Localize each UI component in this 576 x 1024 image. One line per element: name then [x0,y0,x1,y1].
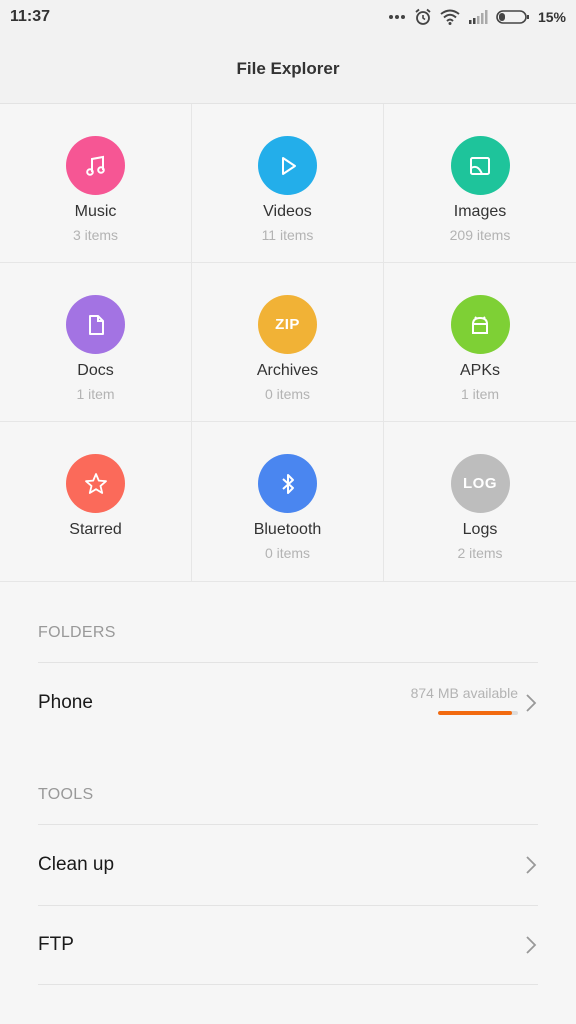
ftp-row[interactable]: FTP [38,905,538,985]
battery-icon [496,10,530,24]
category-videos[interactable]: Videos 11 items [192,104,384,263]
category-label: Docs [77,362,114,379]
storage-bar-fill [438,711,513,715]
category-count: 0 items [264,545,311,561]
document-icon [66,295,125,354]
category-label: Bluetooth [253,521,322,538]
category-count: 1 item [76,386,115,402]
category-bluetooth[interactable]: Bluetooth 0 items [192,422,384,582]
tools-section: TOOLS [38,786,538,804]
category-count: 209 items [449,227,511,243]
page-title: File Explorer [236,58,340,78]
log-icon-text: LOG [463,475,497,492]
clean-up-label: Clean up [38,853,115,875]
ftp-label: FTP [38,934,74,955]
category-label: Starred [69,521,122,538]
folders-header: FOLDERS [38,624,116,641]
battery-percent: 15% [537,9,566,25]
more-notifications-icon [388,14,406,20]
category-docs[interactable]: Docs 1 item [0,263,192,422]
bluetooth-icon [258,454,317,513]
zip-icon: ZIP [258,295,317,354]
category-count: 2 items [457,545,503,561]
category-label: Music [74,203,117,220]
category-label: Logs [462,521,498,538]
category-logs[interactable]: LOG Logs 2 items [384,422,576,582]
category-music[interactable]: Music 3 items [0,104,192,263]
clean-up-row[interactable]: Clean up [38,824,538,904]
storage-info: 874 MB available [398,685,518,715]
music-icon [66,136,125,195]
chevron-right-icon [526,855,537,874]
play-icon [258,136,317,195]
log-icon: LOG [450,454,510,513]
status-bar: 11:37 15% [0,0,576,34]
category-count: 1 item [460,386,500,402]
android-icon [450,295,510,354]
storage-available: 874 MB available [410,685,518,701]
category-count: 3 items [72,227,119,243]
zip-icon-text: ZIP [275,316,300,333]
app-bar: File Explorer [0,34,576,104]
wifi-icon [440,9,460,25]
alarm-icon [414,8,432,26]
category-archives[interactable]: ZIP Archives 0 items [192,263,384,422]
signal-icon [468,10,488,24]
category-label: Videos [263,203,312,220]
phone-storage-row[interactable]: Phone 874 MB available [38,662,538,742]
storage-bar [438,711,518,715]
folders-section: FOLDERS [38,624,538,642]
category-count: 0 items [264,386,311,402]
star-icon [66,454,125,513]
phone-label: Phone [38,691,93,713]
image-icon [450,136,510,195]
chevron-right-icon [526,693,537,712]
category-label: Archives [256,362,319,379]
category-apks[interactable]: APKs 1 item [384,263,576,422]
category-label: Images [453,203,507,220]
category-grid: Music 3 items Videos 11 items Images 209… [0,104,576,582]
status-icons: 15% [388,8,566,26]
category-label: APKs [459,362,500,379]
category-starred[interactable]: Starred [0,422,192,582]
tools-header: TOOLS [38,786,94,803]
chevron-right-icon [526,936,537,954]
status-time: 11:37 [10,8,51,25]
category-images[interactable]: Images 209 items [384,104,576,263]
category-count: 11 items [261,227,314,243]
